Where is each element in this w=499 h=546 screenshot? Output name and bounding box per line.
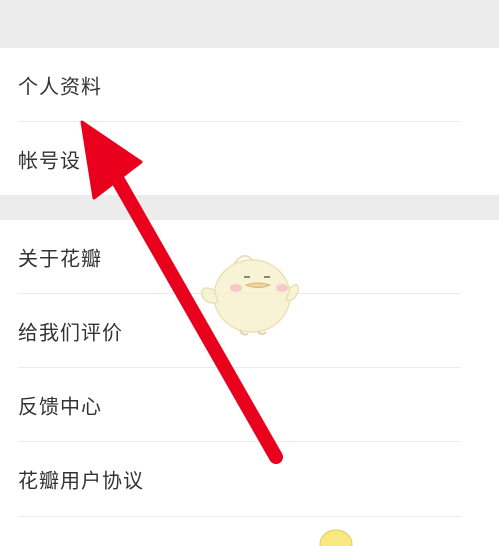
chick-mascot-peek-icon [319, 529, 353, 546]
settings-item-feedback[interactable]: 反馈中心 [0, 368, 499, 442]
settings-item-profile[interactable]: 个人资料 [0, 48, 499, 122]
settings-item-label: 帐号设 [18, 148, 81, 172]
settings-item-label: 关于花瓣 [18, 246, 102, 271]
settings-item-label: 给我们评价 [18, 320, 123, 345]
settings-item-label: 个人资料 [18, 74, 102, 99]
settings-item-account[interactable]: 帐号设 [0, 122, 499, 195]
section-gap-middle [0, 195, 499, 220]
settings-item-user-agreement[interactable]: 花瓣用户协议 [0, 442, 499, 516]
settings-item-label: 反馈中心 [18, 394, 102, 419]
divider [18, 516, 461, 517]
chick-mascot-icon [201, 254, 300, 336]
settings-item-label: 花瓣用户协议 [18, 468, 144, 493]
section-gap-top [0, 0, 499, 48]
